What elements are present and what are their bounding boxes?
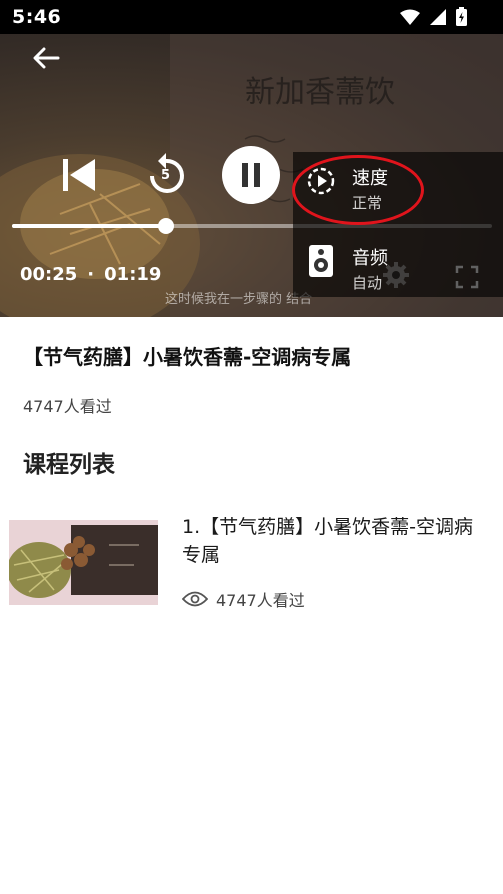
menu-title-audio: 音频 <box>352 248 388 269</box>
back-button[interactable] <box>28 42 64 74</box>
lesson-title: 1.【节气药膳】小暑饮香薷-空调病专属 <box>182 516 473 566</box>
highlight-circle <box>292 155 424 225</box>
status-bar: 5:46 <box>0 0 503 34</box>
speaker-icon <box>305 244 337 278</box>
lesson-views: 4747人看过 <box>182 587 305 611</box>
progress-thumb[interactable] <box>157 218 174 234</box>
time-display: 00:25 · 01:19 <box>20 264 161 285</box>
replay-5-button[interactable]: 5 <box>142 149 190 197</box>
handwritten-note: 新加香薷饮 <box>245 75 395 110</box>
wifi-icon <box>400 9 420 29</box>
pause-button[interactable] <box>222 146 280 204</box>
lesson-views-count: 4747人看过 <box>216 591 305 610</box>
status-icons <box>400 7 467 30</box>
pause-icon <box>222 146 280 204</box>
menu-item-audio[interactable]: 音频 自动 <box>293 232 503 292</box>
replay-seconds: 5 <box>161 168 171 183</box>
signal-icon <box>430 8 446 29</box>
video-subtitle: 这时候我在一步骤的 结合 <box>165 292 313 307</box>
list-item[interactable]: 1.【节气药膳】小暑饮香薷-空调病专属 4747人看过 <box>0 505 503 615</box>
back-arrow-icon <box>33 47 60 69</box>
video-player[interactable]: 新加香薷饮 5 00:25 · 01:19 这时候我在一步骤的 结合 速度 正常… <box>0 34 503 317</box>
time-separator: · <box>87 264 95 285</box>
battery-icon <box>456 7 467 30</box>
skip-previous-icon <box>63 159 95 191</box>
progress-fill <box>12 224 166 228</box>
course-title: 【节气药膳】小暑饮香薷-空调病专属 <box>23 345 352 369</box>
lesson-thumbnail <box>9 520 158 605</box>
course-viewers: 4747人看过 <box>23 397 112 416</box>
eye-icon <box>182 591 208 607</box>
duration: 01:19 <box>104 264 162 285</box>
menu-value-audio: 自动 <box>352 274 383 292</box>
current-time: 00:25 <box>20 264 78 285</box>
status-time: 5:46 <box>12 6 62 28</box>
skip-previous-button[interactable] <box>58 154 100 196</box>
course-list-heading: 课程列表 <box>23 452 115 478</box>
